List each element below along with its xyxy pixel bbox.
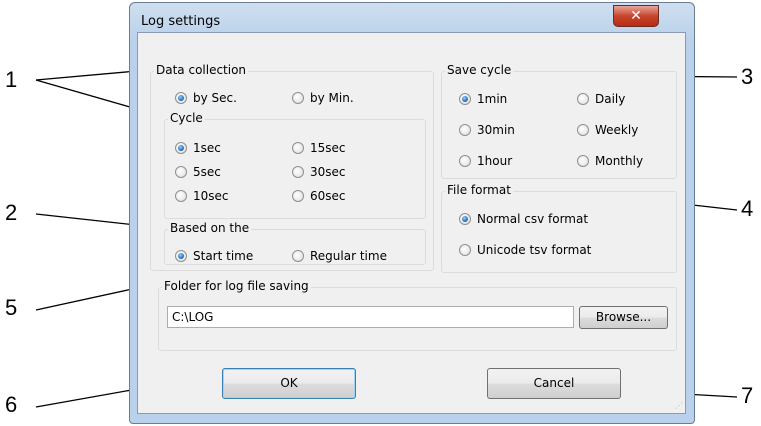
callout-4: 4 — [741, 196, 754, 221]
file-format-group — [441, 191, 677, 273]
radio-1hour[interactable]: 1hour — [459, 154, 512, 168]
radio-label: 30min — [477, 123, 515, 137]
radio-label: Monthly — [595, 154, 644, 168]
radio-label: 60sec — [310, 189, 346, 203]
file-format-legend: File format — [445, 183, 513, 197]
folder-path-input[interactable] — [167, 306, 574, 328]
radio-weekly[interactable]: Weekly — [577, 123, 638, 137]
radio-1min[interactable]: 1min — [459, 92, 507, 106]
radio-1sec[interactable]: 1sec — [175, 141, 221, 155]
callout-6: 6 — [5, 392, 18, 417]
radio-unchecked-icon — [292, 190, 304, 202]
radio-checked-icon — [175, 92, 187, 104]
radio-unchecked-icon — [292, 142, 304, 154]
save-cycle-legend: Save cycle — [445, 63, 514, 77]
radio-unchecked-icon — [292, 92, 304, 104]
radio-unchecked-icon — [459, 124, 471, 136]
radio-label: Start time — [193, 249, 254, 263]
radio-unchecked-icon — [577, 155, 589, 167]
radio-label: 1min — [477, 92, 508, 106]
radio-label: Daily — [595, 92, 626, 106]
cycle-legend: Cycle — [168, 111, 205, 125]
folder-legend: Folder for log file saving — [162, 279, 311, 293]
radio-unchecked-icon — [292, 166, 304, 178]
radio-label: Weekly — [595, 123, 639, 137]
radio-unchecked-icon — [175, 166, 187, 178]
radio-15sec[interactable]: 15sec — [292, 141, 346, 155]
based-on-legend: Based on the — [168, 221, 252, 235]
radio-unchecked-icon — [175, 190, 187, 202]
radio-5sec[interactable]: 5sec — [175, 165, 221, 179]
radio-unchecked-icon — [459, 244, 471, 256]
radio-label: 15sec — [310, 141, 346, 155]
browse-button[interactable]: Browse... — [579, 306, 668, 329]
radio-label: Normal csv format — [477, 212, 589, 226]
radio-unchecked-icon — [292, 250, 304, 262]
radio-label: Unicode tsv format — [477, 243, 592, 257]
callout-2: 2 — [5, 200, 18, 225]
radio-30sec[interactable]: 30sec — [292, 165, 346, 179]
radio-label: 5sec — [193, 165, 221, 179]
radio-60sec[interactable]: 60sec — [292, 189, 346, 203]
radio-daily[interactable]: Daily — [577, 92, 625, 106]
radio-label: Regular time — [310, 249, 387, 263]
radio-normal-csv[interactable]: Normal csv format — [459, 212, 588, 226]
callout-1: 1 — [5, 67, 18, 92]
radio-unchecked-icon — [577, 124, 589, 136]
radio-label: 30sec — [310, 165, 346, 179]
radio-label: by Sec. — [193, 91, 237, 105]
radio-monthly[interactable]: Monthly — [577, 154, 643, 168]
radio-checked-icon — [175, 142, 187, 154]
resize-grip-icon[interactable]: ⋰ — [673, 401, 683, 411]
radio-unchecked-icon — [577, 93, 589, 105]
cancel-button[interactable]: Cancel — [487, 368, 621, 399]
dialog-client-area: Data collection by Sec. by Min. Cycle 1s… — [137, 32, 686, 414]
radio-label: 10sec — [193, 189, 229, 203]
callout-3: 3 — [741, 64, 754, 89]
ok-button[interactable]: OK — [222, 368, 356, 399]
radio-label: by Min. — [310, 91, 354, 105]
radio-checked-icon — [459, 213, 471, 225]
data-collection-legend: Data collection — [154, 63, 249, 77]
radio-checked-icon — [175, 250, 187, 262]
close-button[interactable]: ✕ — [613, 5, 659, 27]
radio-30min[interactable]: 30min — [459, 123, 515, 137]
radio-start-time[interactable]: Start time — [175, 249, 253, 263]
radio-unchecked-icon — [459, 155, 471, 167]
radio-label: 1sec — [193, 141, 221, 155]
radio-10sec[interactable]: 10sec — [175, 189, 229, 203]
window-title: Log settings — [141, 14, 221, 29]
radio-label: 1hour — [477, 154, 513, 168]
radio-by-sec[interactable]: by Sec. — [175, 91, 237, 105]
radio-unicode-tsv[interactable]: Unicode tsv format — [459, 243, 591, 257]
radio-checked-icon — [459, 93, 471, 105]
log-settings-window: Log settings ✕ Data collection by Sec. b… — [129, 2, 695, 424]
callout-7: 7 — [741, 383, 754, 408]
radio-by-min[interactable]: by Min. — [292, 91, 354, 105]
radio-regular-time[interactable]: Regular time — [292, 249, 387, 263]
callout-5: 5 — [5, 295, 18, 320]
